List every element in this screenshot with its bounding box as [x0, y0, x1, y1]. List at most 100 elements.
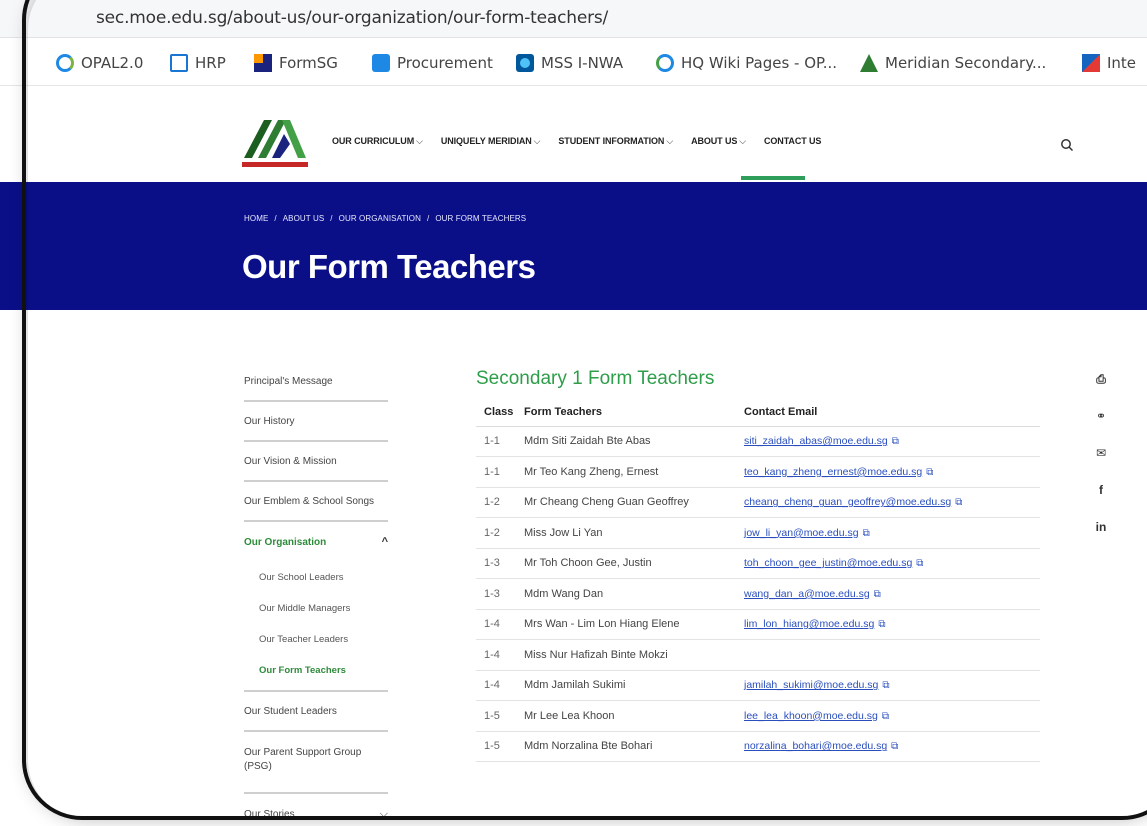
intranet-icon — [1082, 54, 1100, 72]
cell-contact-email — [744, 639, 1040, 671]
table-row: 1-1 Mdm Siti Zaidah Bte Abas siti_zaidah_a… — [476, 426, 1040, 457]
mail-icon[interactable]: ✉ — [1094, 446, 1108, 460]
url-text[interactable]: sec.moe.edu.sg/about-us/our-organization… — [96, 8, 608, 28]
cell-contact-email: jow_li_yan@moe.edu.sg ⧉ — [744, 517, 1040, 549]
breadcrumb-about-us[interactable]: ABOUT US — [283, 214, 325, 223]
sidebar-subitem-school-leaders[interactable]: Our School Leaders — [244, 562, 388, 593]
email-link[interactable]: cheang_cheng_guan_geoffrey@moe.edu.sg — [744, 496, 951, 508]
school-logo[interactable] — [240, 114, 310, 172]
email-link[interactable]: siti_zaidah_abas@moe.edu.sg — [744, 435, 888, 447]
table-row: 1-5 Mdm Norzalina Bte Bohari norzalina_boh… — [476, 731, 1040, 762]
cell-class: 1-5 — [476, 731, 524, 762]
cell-contact-email: toh_choon_gee_justin@moe.edu.sg ⧉ — [744, 548, 1040, 579]
form-teachers-table: Class Form Teachers Contact Email 1-1 Mdm… — [476, 398, 1040, 762]
nav-contact-us[interactable]: CONTACT US — [764, 136, 821, 147]
facebook-icon[interactable]: f — [1094, 483, 1108, 497]
bookmark-meridian[interactable]: Meridian Secondary... — [860, 52, 1046, 74]
breadcrumb-our-organisation[interactable]: OUR ORGANISATION — [339, 214, 421, 223]
nav-active-indicator — [741, 176, 805, 180]
cell-contact-email: lim_lon_hiang@moe.edu.sg ⧉ — [744, 609, 1040, 640]
linkedin-icon[interactable]: in — [1094, 520, 1108, 534]
sidebar-nav: Principal's Message Our History Our Visi… — [244, 362, 388, 826]
sidebar-subitem-form-teachers[interactable]: Our Form Teachers — [244, 655, 388, 686]
section-title: Secondary 1 Form Teachers — [476, 368, 715, 389]
chevron-down-icon[interactable]: ⌵ — [380, 808, 388, 821]
sidebar-item-emblem-songs[interactable]: Our Emblem & School Songs — [244, 482, 388, 522]
sidebar-item-our-stories[interactable]: Our Stories ⌵ — [244, 794, 388, 826]
email-link[interactable]: teo_kang_zheng_ernest@moe.edu.sg — [744, 466, 922, 478]
bookmark-label: Procurement — [397, 54, 493, 72]
nav-our-curriculum[interactable]: OUR CURRICULUM ⌵ — [332, 136, 423, 147]
browser-url-bar[interactable]: sec.moe.edu.sg/about-us/our-organization… — [0, 0, 1147, 38]
chevron-down-icon: ⌵ — [416, 136, 423, 146]
bookmark-wiki[interactable]: HQ Wiki Pages - OP... — [656, 52, 837, 74]
screenshot-frame: sec.moe.edu.sg/about-us/our-organization… — [0, 0, 1147, 826]
cell-contact-email: lee_lea_khoon@moe.edu.sg ⧉ — [744, 700, 1040, 732]
page-title: Our Form Teachers — [242, 248, 536, 285]
nav-uniquely-meridian[interactable]: UNIQUELY MERIDIAN ⌵ — [441, 136, 541, 147]
breadcrumb-home[interactable]: HOME — [244, 214, 268, 223]
procurement-icon — [372, 54, 390, 72]
sidebar-item-parent-support-group[interactable]: Our Parent Support Group (PSG) — [244, 732, 388, 794]
sidebar-subitem-middle-managers[interactable]: Our Middle Managers — [244, 593, 388, 624]
bookmark-procurement[interactable]: Procurement — [372, 52, 493, 74]
mss-icon — [516, 54, 534, 72]
sidebar-item-principals-message[interactable]: Principal's Message — [244, 362, 388, 402]
external-link-icon[interactable]: ⧉ — [892, 436, 899, 447]
sidebar-item-student-leaders[interactable]: Our Student Leaders — [244, 692, 388, 732]
cell-class: 1-1 — [476, 456, 524, 488]
external-link-icon[interactable]: ⧉ — [882, 711, 889, 722]
wiki-icon — [656, 54, 674, 72]
email-link[interactable]: norzalina_bohari@moe.edu.sg — [744, 740, 887, 752]
nav-student-information[interactable]: STUDENT INFORMATION ⌵ — [558, 136, 673, 147]
email-link[interactable]: jow_li_yan@moe.edu.sg — [744, 527, 859, 539]
print-icon[interactable]: ⎙ — [1094, 372, 1108, 386]
bookmark-formsg[interactable]: FormSG — [254, 52, 338, 74]
external-link-icon[interactable]: ⧉ — [916, 558, 923, 569]
bookmark-intranet[interactable]: Inte — [1082, 52, 1136, 74]
cell-form-teacher: Mr Toh Choon Gee, Justin — [524, 548, 744, 579]
cell-class: 1-4 — [476, 670, 524, 701]
cell-class: 1-1 — [476, 426, 524, 457]
external-link-icon[interactable]: ⧉ — [926, 467, 933, 478]
cell-class: 1-2 — [476, 487, 524, 518]
cell-contact-email: teo_kang_zheng_ernest@moe.edu.sg ⧉ — [744, 456, 1040, 488]
external-link-icon[interactable]: ⧉ — [874, 589, 881, 600]
bookmark-label: MSS I-NWA — [541, 54, 624, 72]
breadcrumb-current: OUR FORM TEACHERS — [435, 214, 527, 223]
search-icon[interactable] — [1060, 138, 1074, 152]
external-link-icon[interactable]: ⧉ — [863, 528, 870, 539]
email-link[interactable]: wang_dan_a@moe.edu.sg — [744, 588, 870, 600]
email-link[interactable]: lee_lea_khoon@moe.edu.sg — [744, 710, 878, 722]
site-header: OUR CURRICULUM ⌵ UNIQUELY MERIDIAN ⌵ STUDE… — [0, 86, 1147, 182]
sidebar-item-our-history[interactable]: Our History — [244, 402, 388, 442]
breadcrumb-separator: / — [426, 214, 430, 223]
breadcrumb-separator: / — [274, 214, 277, 223]
bookmark-label: HRP — [195, 54, 226, 72]
sidebar-item-our-organisation[interactable]: Our Organisation ^ — [244, 522, 388, 562]
sidebar-subitem-teacher-leaders[interactable]: Our Teacher Leaders — [244, 624, 388, 655]
table-row: 1-1 Mr Teo Kang Zheng, Ernest teo_kang_zhe… — [476, 456, 1040, 488]
external-link-icon[interactable]: ⧉ — [878, 619, 885, 630]
link-icon[interactable]: ⚭ — [1094, 409, 1108, 423]
external-link-icon[interactable]: ⧉ — [891, 741, 898, 752]
cell-form-teacher: Miss Nur Hafizah Binte Mokzi — [524, 639, 744, 671]
email-link[interactable]: toh_choon_gee_justin@moe.edu.sg — [744, 557, 912, 569]
external-link-icon[interactable]: ⧉ — [955, 497, 962, 508]
bookmark-hrp[interactable]: HRP — [170, 52, 226, 74]
bookmark-label: Inte — [1107, 54, 1137, 72]
email-link[interactable]: jamilah_sukimi@moe.edu.sg — [744, 679, 878, 691]
table-row: 1-2 Mr Cheang Cheng Guan Geoffrey cheang_c… — [476, 487, 1040, 518]
nav-about-us[interactable]: ABOUT US ⌵ — [691, 136, 746, 147]
bookmark-opal[interactable]: OPAL2.0 — [56, 52, 143, 74]
chevron-down-icon: ⌵ — [533, 136, 541, 146]
bookmark-mss[interactable]: MSS I-NWA — [516, 52, 623, 74]
external-link-icon[interactable]: ⧉ — [882, 680, 889, 691]
share-toolbar: ⎙ ⚭ ✉ f in — [1094, 372, 1110, 557]
table-row: 1-3 Mr Toh Choon Gee, Justin toh_choon_gee… — [476, 548, 1040, 579]
sidebar-item-vision-mission[interactable]: Our Vision & Mission — [244, 442, 388, 482]
email-link[interactable]: lim_lon_hiang@moe.edu.sg — [744, 618, 874, 630]
cell-form-teacher: Mr Lee Lea Khoon — [524, 700, 744, 732]
bookmark-label: OPAL2.0 — [81, 54, 144, 72]
chevron-up-icon[interactable]: ^ — [382, 536, 388, 548]
